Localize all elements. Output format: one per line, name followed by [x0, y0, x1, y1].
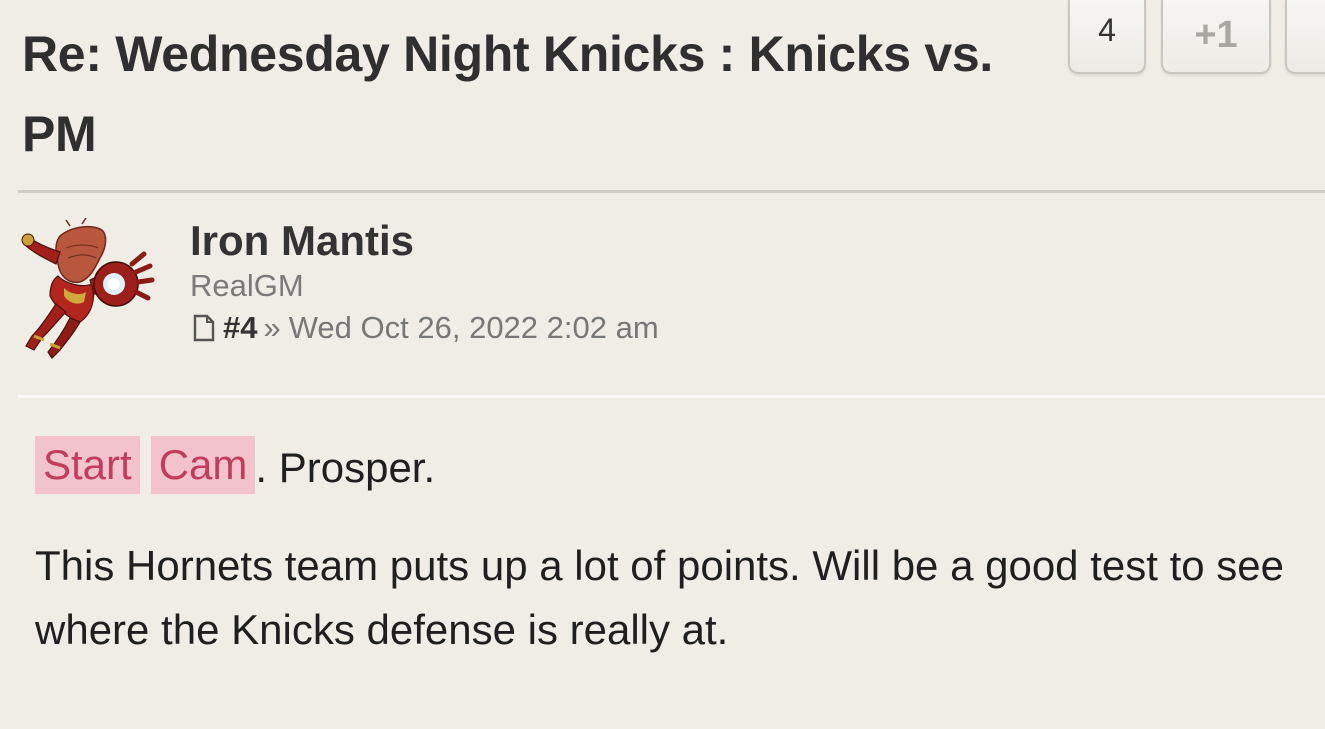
topic-title: Re: Wednesday Night Knicks : Knicks vs. … — [22, 26, 993, 162]
author-rank: RealGM — [190, 268, 304, 303]
post-text-prosper: . Prosper. — [255, 444, 436, 491]
document-icon[interactable] — [193, 314, 215, 342]
highlight-tag-cam[interactable]: Cam — [150, 436, 256, 494]
post-datetime: Wed Oct 26, 2022 2:02 am — [288, 310, 659, 345]
plus-one-button[interactable]: +1 — [1161, 0, 1271, 74]
post-divider — [18, 395, 1325, 398]
post-line-2: This Hornets team puts up a lot of point… — [35, 542, 1284, 653]
post-body: Start Cam. Prosper. This Hornets team put… — [35, 436, 1315, 662]
extra-action-button[interactable] — [1285, 0, 1325, 74]
header-divider — [18, 190, 1325, 193]
iron-man-mantis-avatar-icon — [21, 218, 155, 359]
highlight-tag-start[interactable]: Start — [35, 436, 140, 494]
post-author[interactable]: Iron Mantis — [190, 213, 414, 269]
post-line-1: Start Cam. Prosper. — [35, 436, 1315, 496]
post-meta: #4 » Wed Oct 26, 2022 2:02 am — [193, 308, 659, 348]
post-number-link[interactable]: #4 — [223, 308, 257, 348]
avatar[interactable] — [20, 218, 155, 360]
vote-count-button[interactable]: 4 — [1068, 0, 1146, 74]
meta-separator: » — [263, 310, 281, 345]
